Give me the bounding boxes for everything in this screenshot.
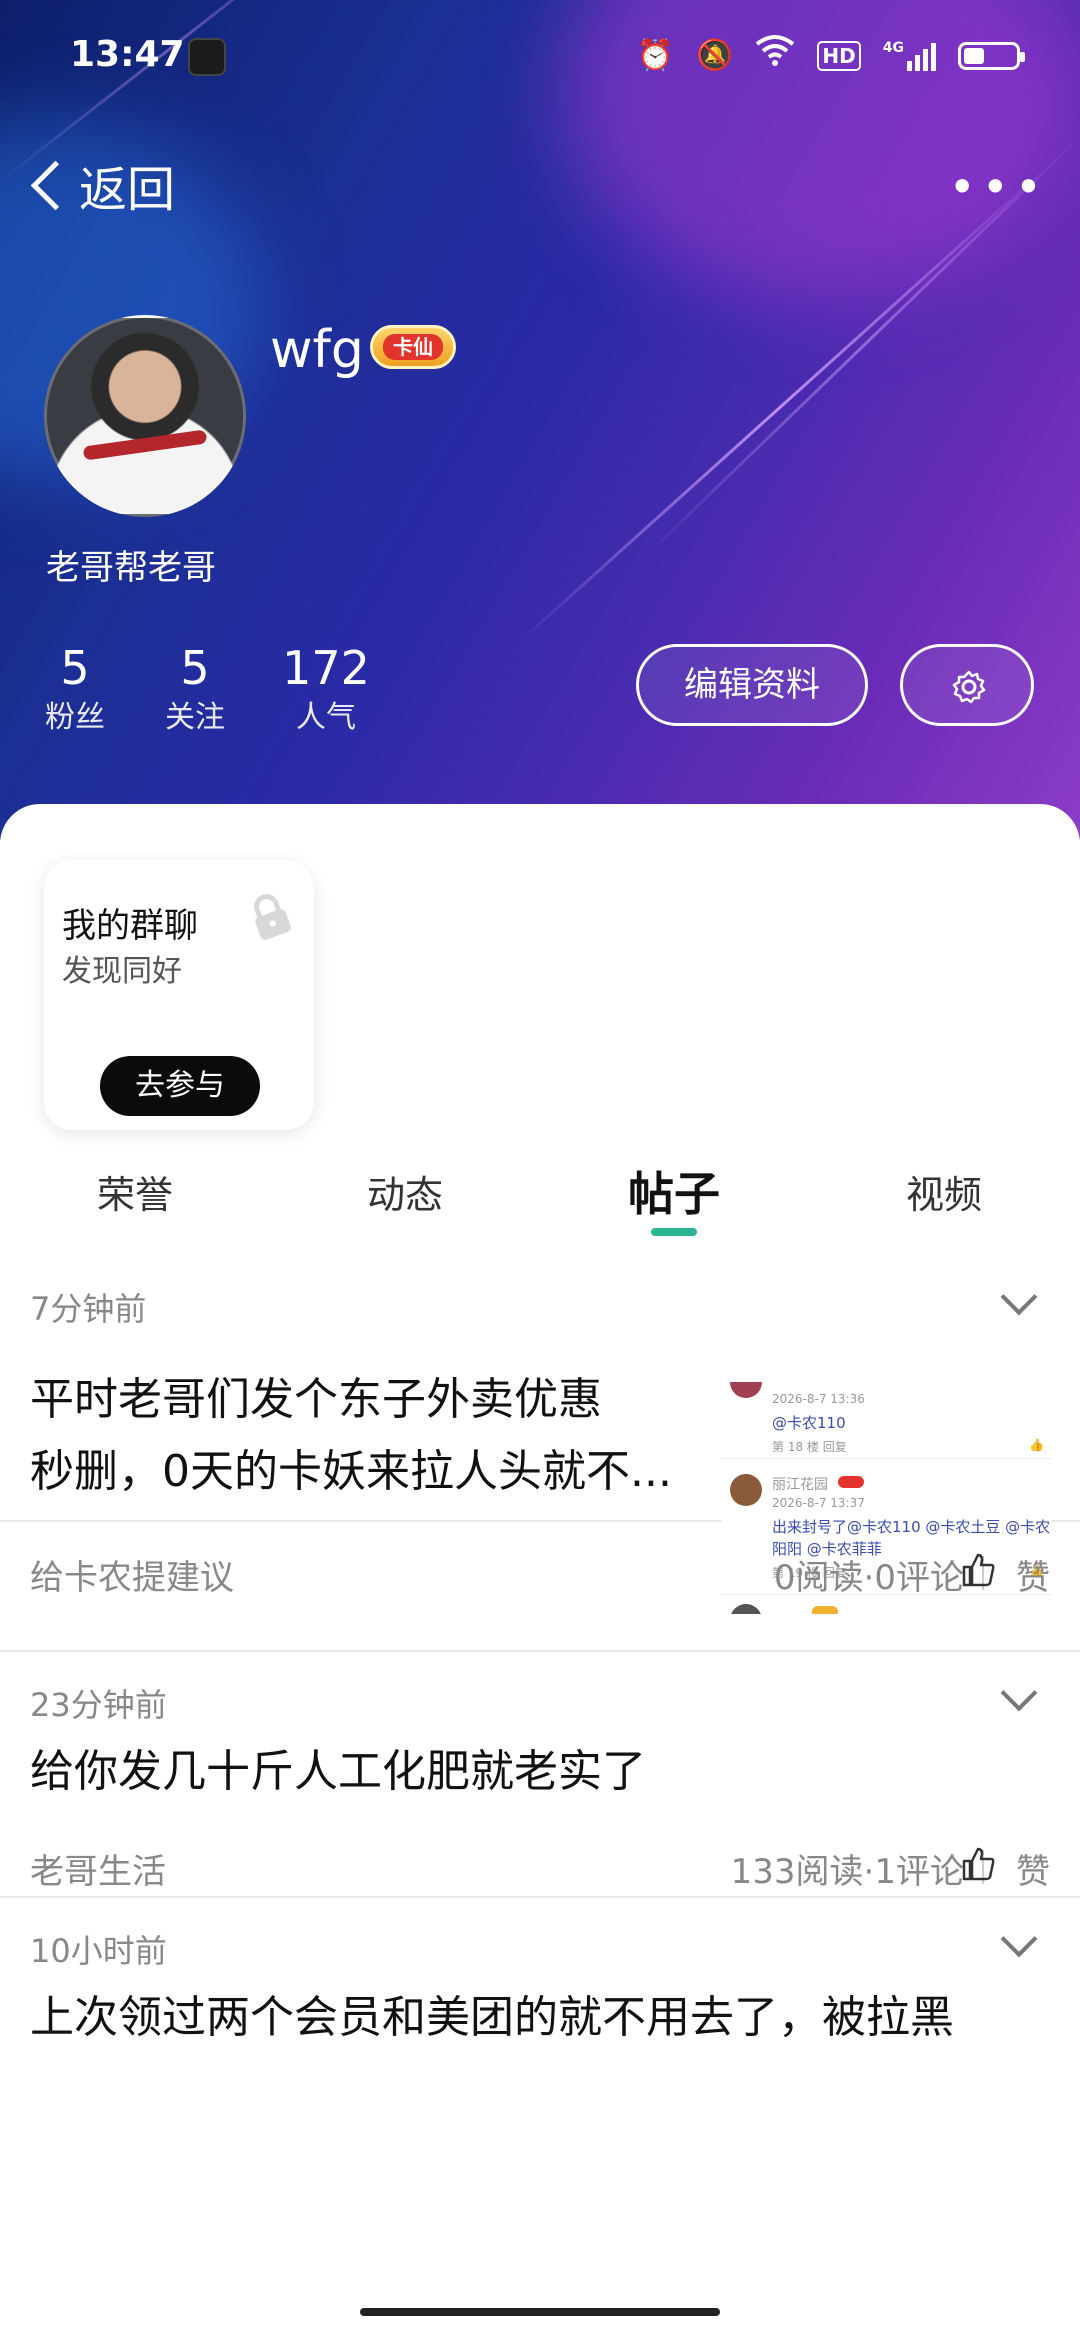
more-options-button[interactable]: ••• [949, 160, 1048, 214]
post-title-line: 给你发几十斤人工化肥就老实了 [30, 1746, 646, 1797]
4g-signal-icon: 4G [883, 41, 936, 71]
active-tab-indicator [651, 1228, 697, 1236]
post-footer: 给卡农提建议 0阅读·0评论 赞 [0, 1520, 1080, 1652]
stat-label: 粉丝 [45, 700, 105, 735]
hd-icon: HD [817, 40, 861, 71]
content-sheet: 我的群聊 发现同好 去参与 荣誉 动态 帖子 视频 7分钟前 平时老哥们发个东子… [0, 804, 1080, 2340]
stat-value: 5 [180, 641, 210, 695]
tab-honors[interactable]: 荣誉 [97, 1164, 173, 1219]
bio: 老哥帮老哥 [46, 548, 216, 588]
post-time: 7分钟前 [30, 1290, 147, 1328]
settings-button[interactable] [900, 644, 1034, 726]
post-stats: 133阅读·1评论 [730, 1852, 964, 1892]
mute-icon: 🔕 [696, 37, 734, 73]
status-bar: 13:47 ⏰ 🔕 HD 4G [0, 26, 1080, 86]
chevron-down-icon[interactable] [1000, 1674, 1038, 1712]
profile-tabs: 荣誉 动态 帖子 视频 [0, 1164, 1080, 1244]
post-time: 10小时前 [30, 1932, 167, 1970]
wifi-icon [755, 34, 795, 77]
stat-value: 5 [60, 641, 90, 695]
thumbnail-text: @卡农110 [772, 1414, 846, 1432]
thumbnail-comment: 2026-8-7 13:36 @卡农110 第 18 楼 回复 👍 [722, 1382, 1052, 1459]
commenter-avatar [730, 1474, 762, 1506]
post-card[interactable]: 7分钟前 平时老哥们发个东子外卖优惠 秒删，0天的卡妖来拉人头就不... 202… [0, 1262, 1080, 1614]
like-label[interactable]: 赞 [1016, 1550, 1050, 1599]
post-category[interactable]: 老哥生活 [30, 1844, 166, 1893]
commenter-avatar [730, 1382, 762, 1398]
status-time: 13:47 [70, 34, 185, 75]
stat-label: 关注 [165, 700, 225, 735]
stat-following[interactable]: 5 关注 [164, 640, 226, 740]
post-card[interactable]: 23分钟前 给你发几十斤人工化肥就老实了 老哥生活 133阅读·1评论 赞 [0, 1650, 1080, 1898]
post-category[interactable]: 给卡农提建议 [30, 1550, 234, 1599]
thumbs-up-icon: 👍 [1029, 1438, 1044, 1452]
network-type-label: 4G [882, 39, 904, 56]
post-title-line: 上次领过两个会员和美团的就不用去了，被拉黑 [30, 1992, 954, 2043]
thumbnail-name: 丽江花园 [772, 1477, 828, 1493]
post-time: 23分钟前 [30, 1686, 167, 1724]
chevron-down-icon[interactable] [1000, 1920, 1038, 1958]
like-icon[interactable] [960, 1846, 996, 1882]
tab-videos[interactable]: 视频 [906, 1164, 982, 1219]
battery-icon [958, 41, 1025, 70]
level-badge-label: 卡仙 [383, 334, 443, 360]
thumbnail-time: 2026-8-7 13:36 [772, 1392, 865, 1406]
tab-posts[interactable]: 帖子 [628, 1158, 720, 1224]
thumbnail-time: 2026-8-7 13:37 [772, 1496, 865, 1510]
group-card-subtitle: 发现同好 [62, 954, 182, 989]
back-button[interactable]: 返回 [28, 150, 175, 220]
stat-popularity[interactable]: 172 人气 [280, 640, 372, 740]
status-icons: ⏰ 🔕 HD 4G [636, 34, 1025, 77]
chevron-left-icon [30, 160, 81, 210]
mini-badge-icon [838, 1476, 864, 1488]
avatar[interactable] [44, 315, 246, 517]
alarm-icon: ⏰ [636, 37, 675, 73]
post-stats: 0阅读·0评论 [773, 1558, 964, 1598]
stat-label: 人气 [296, 700, 356, 735]
group-card-title: 我的群聊 [62, 906, 198, 946]
stat-followers[interactable]: 5 粉丝 [44, 640, 106, 740]
like-label[interactable]: 赞 [1016, 1844, 1050, 1893]
username: wfg [270, 320, 364, 380]
level-badge: 卡仙 [370, 325, 456, 369]
post-title: 平时老哥们发个东子外卖优惠 秒删，0天的卡妖来拉人头就不... [30, 1364, 672, 1508]
group-chat-card[interactable]: 我的群聊 发现同好 去参与 [44, 860, 314, 1130]
thumbnail-floor: 第 18 楼 回复 [772, 1440, 847, 1454]
post-title-line: 平时老哥们发个东子外卖优惠 [30, 1374, 602, 1425]
lock-icon [254, 894, 291, 940]
profile-header: 13:47 ⏰ 🔕 HD 4G 返回 ••• wfg 卡仙 老哥帮老哥 5 粉丝… [0, 0, 1080, 840]
app-notification-icon [188, 38, 226, 76]
edit-profile-button[interactable]: 编辑资料 [636, 644, 868, 726]
stat-value: 172 [282, 641, 370, 695]
back-label: 返回 [79, 162, 176, 218]
join-group-button[interactable]: 去参与 [100, 1056, 260, 1116]
gear-icon [952, 670, 986, 704]
chevron-down-icon[interactable] [1000, 1278, 1038, 1316]
post-title-line: 秒删，0天的卡妖来拉人头就不... [30, 1446, 672, 1497]
post-card[interactable]: 10小时前 上次领过两个会员和美团的就不用去了，被拉黑 [0, 1896, 1080, 2340]
like-icon[interactable] [960, 1552, 996, 1588]
home-indicator[interactable] [360, 2308, 720, 2316]
post-title: 给你发几十斤人工化肥就老实了 [30, 1736, 646, 1808]
post-title: 上次领过两个会员和美团的就不用去了，被拉黑 [30, 1982, 954, 2054]
tab-activity[interactable]: 动态 [367, 1164, 443, 1219]
